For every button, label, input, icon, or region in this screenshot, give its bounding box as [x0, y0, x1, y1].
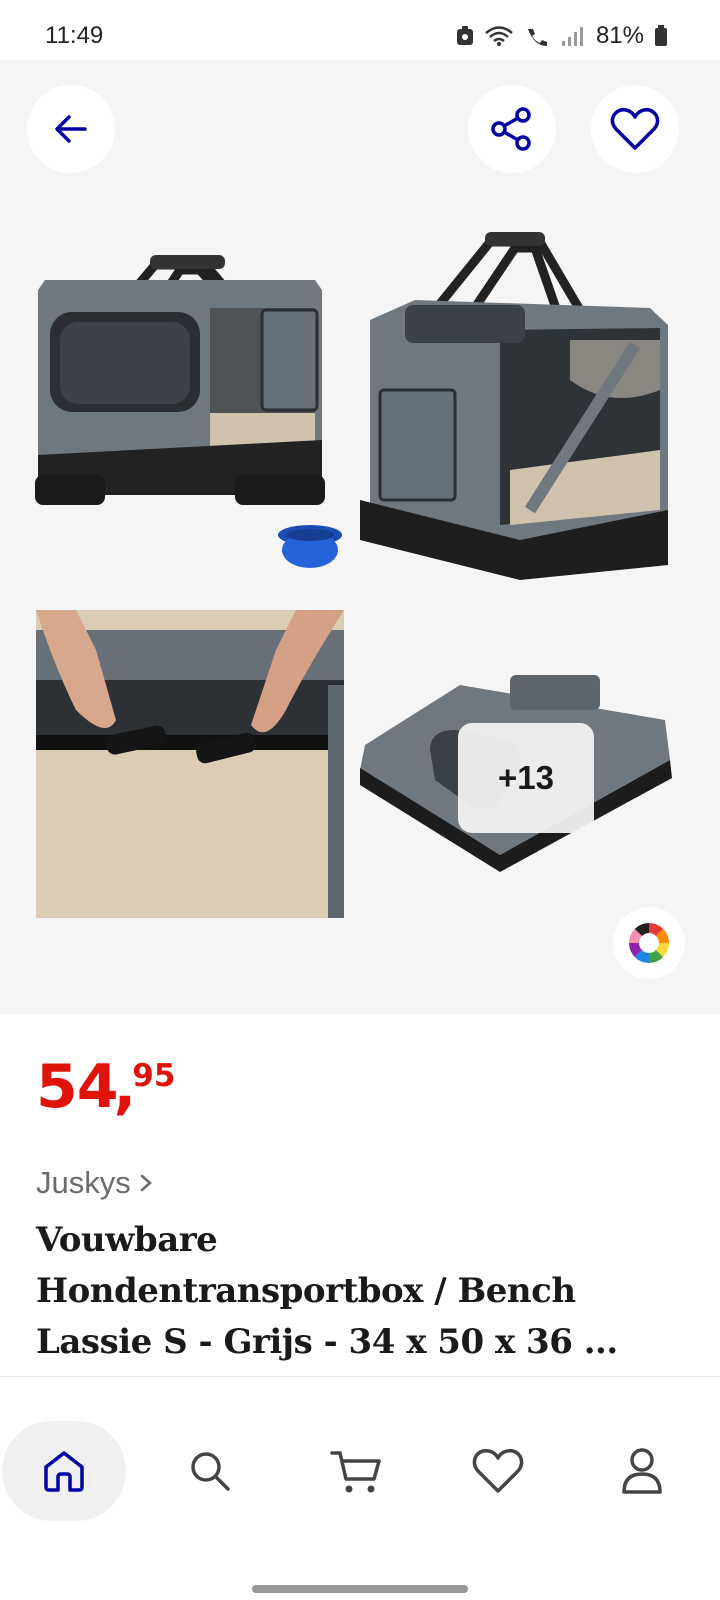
nav-search[interactable]	[148, 1421, 272, 1521]
color-wheel-icon	[629, 923, 669, 963]
bottom-navigation	[0, 1376, 720, 1600]
battery-icon	[655, 25, 667, 46]
product-title: Vouwbare Hondentransportbox / Bench Lass…	[36, 1215, 696, 1368]
wifi-icon	[485, 26, 513, 46]
back-button[interactable]	[27, 85, 115, 173]
product-title-line: Vouwbare	[36, 1220, 218, 1260]
product-image-gallery[interactable]: +13	[0, 60, 720, 1014]
share-button[interactable]	[468, 85, 556, 173]
status-time: 11:49	[45, 22, 104, 49]
nav-account[interactable]	[580, 1421, 704, 1521]
cart-icon	[330, 1451, 381, 1493]
call-icon	[527, 29, 547, 46]
heart-icon	[472, 1448, 524, 1493]
brand-link[interactable]: Juskys	[36, 1165, 155, 1201]
product-image-3[interactable]	[36, 610, 344, 918]
battery-level: 81%	[595, 22, 644, 49]
product-image-2[interactable]	[360, 180, 690, 600]
home-indicator[interactable]	[252, 1585, 468, 1593]
chevron-right-icon	[140, 1174, 152, 1192]
status-bar: 11:49 81%	[0, 0, 720, 60]
favorite-button[interactable]	[591, 85, 679, 173]
user-icon	[622, 1448, 662, 1494]
price-whole: 54	[36, 1052, 118, 1122]
more-images-badge[interactable]: +13	[458, 723, 594, 833]
arrow-left-icon	[55, 115, 87, 143]
share-icon	[491, 107, 531, 151]
product-price: 54 , 95	[36, 1057, 175, 1117]
status-icons: 81%	[456, 22, 668, 50]
search-icon	[191, 1452, 230, 1491]
notification-icon	[456, 26, 473, 45]
nav-favorites[interactable]	[436, 1421, 560, 1521]
product-image-1[interactable]	[30, 190, 360, 590]
nav-home[interactable]	[2, 1421, 126, 1521]
heart-icon	[610, 107, 660, 150]
signal-icon	[561, 27, 583, 46]
nav-cart[interactable]	[294, 1421, 418, 1521]
brand-name: Juskys	[36, 1165, 131, 1200]
product-title-line: Hondentransportbox / Bench	[36, 1271, 576, 1311]
price-decimal: 95	[132, 1058, 176, 1094]
home-icon	[44, 1451, 84, 1492]
product-title-line: Lassie S - Grijs - 34 x 50 x 36 ...	[36, 1322, 618, 1362]
color-options-button[interactable]	[613, 907, 685, 979]
